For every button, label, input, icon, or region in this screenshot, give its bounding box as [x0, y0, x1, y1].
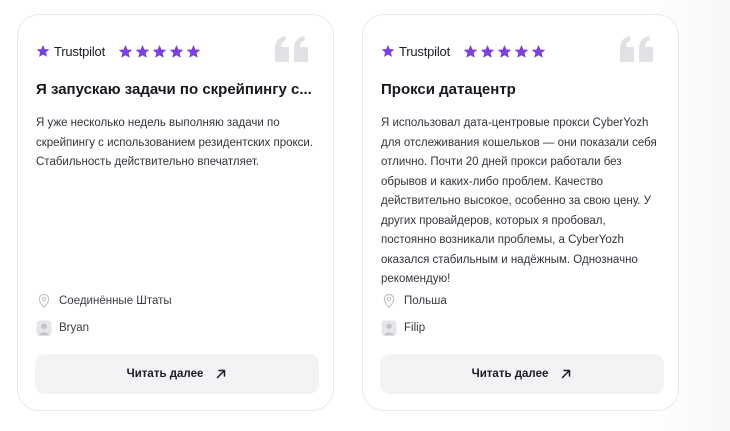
- star-icon: [135, 44, 150, 58]
- review-text: Я использовал дата-центровые прокси Cybe…: [381, 117, 657, 285]
- star-icon: [118, 44, 133, 58]
- avatar-icon: [36, 320, 52, 336]
- read-more-button[interactable]: Читать далее: [35, 354, 319, 394]
- trustpilot-star-icon: [381, 44, 395, 57]
- location-label: Польша: [404, 295, 447, 307]
- star-icon: [514, 44, 529, 58]
- author-name: Filip: [404, 322, 426, 334]
- star-icon: [152, 44, 167, 58]
- location-pin-icon: [383, 293, 395, 309]
- avatar-icon: [381, 320, 397, 336]
- star-icon: [480, 44, 495, 58]
- rating-stars: [118, 44, 201, 59]
- review-author: Bryan: [36, 320, 89, 336]
- arrow-up-right-icon: [217, 369, 226, 379]
- author-name: Bryan: [59, 322, 90, 334]
- quote-icon: [620, 36, 653, 62]
- rating-stars: [463, 44, 546, 59]
- star-icon: [186, 44, 201, 58]
- review-title: Прокси датацентр: [381, 81, 516, 98]
- read-more-label: Читать далее: [126, 368, 204, 380]
- arrow-up-right-icon: [562, 369, 571, 379]
- quote-icon: [275, 36, 308, 62]
- star-icon: [497, 44, 512, 58]
- review-card: Trustpilot Прокси датацентр Я использова…: [362, 14, 679, 411]
- location-label: Соединённые Штаты: [59, 295, 172, 307]
- reviews-section: Trustpilot Я запускаю задачи по скрейпин…: [0, 0, 730, 431]
- star-icon: [531, 44, 546, 58]
- star-icon: [463, 44, 478, 58]
- trustpilot-label: Trustpilot: [399, 43, 450, 59]
- read-more-label: Читать далее: [471, 368, 549, 380]
- review-card-header: Trustpilot: [36, 43, 201, 59]
- review-location: Соединённые Штаты: [36, 293, 172, 309]
- review-location: Польша: [381, 293, 447, 309]
- review-card: Trustpilot Я запускаю задачи по скрейпин…: [17, 14, 334, 411]
- location-pin-icon: [38, 293, 50, 309]
- review-card-header: Trustpilot: [381, 43, 546, 59]
- star-icon: [169, 44, 184, 58]
- trustpilot-star-icon: [36, 44, 50, 57]
- review-text: Я уже несколько недель выполняю задачи п…: [36, 117, 314, 168]
- trustpilot-label: Trustpilot: [54, 43, 105, 59]
- read-more-button[interactable]: Читать далее: [380, 354, 664, 394]
- review-author: Filip: [381, 320, 425, 336]
- review-title: Я запускаю задачи по скрейпингу с...: [36, 81, 312, 98]
